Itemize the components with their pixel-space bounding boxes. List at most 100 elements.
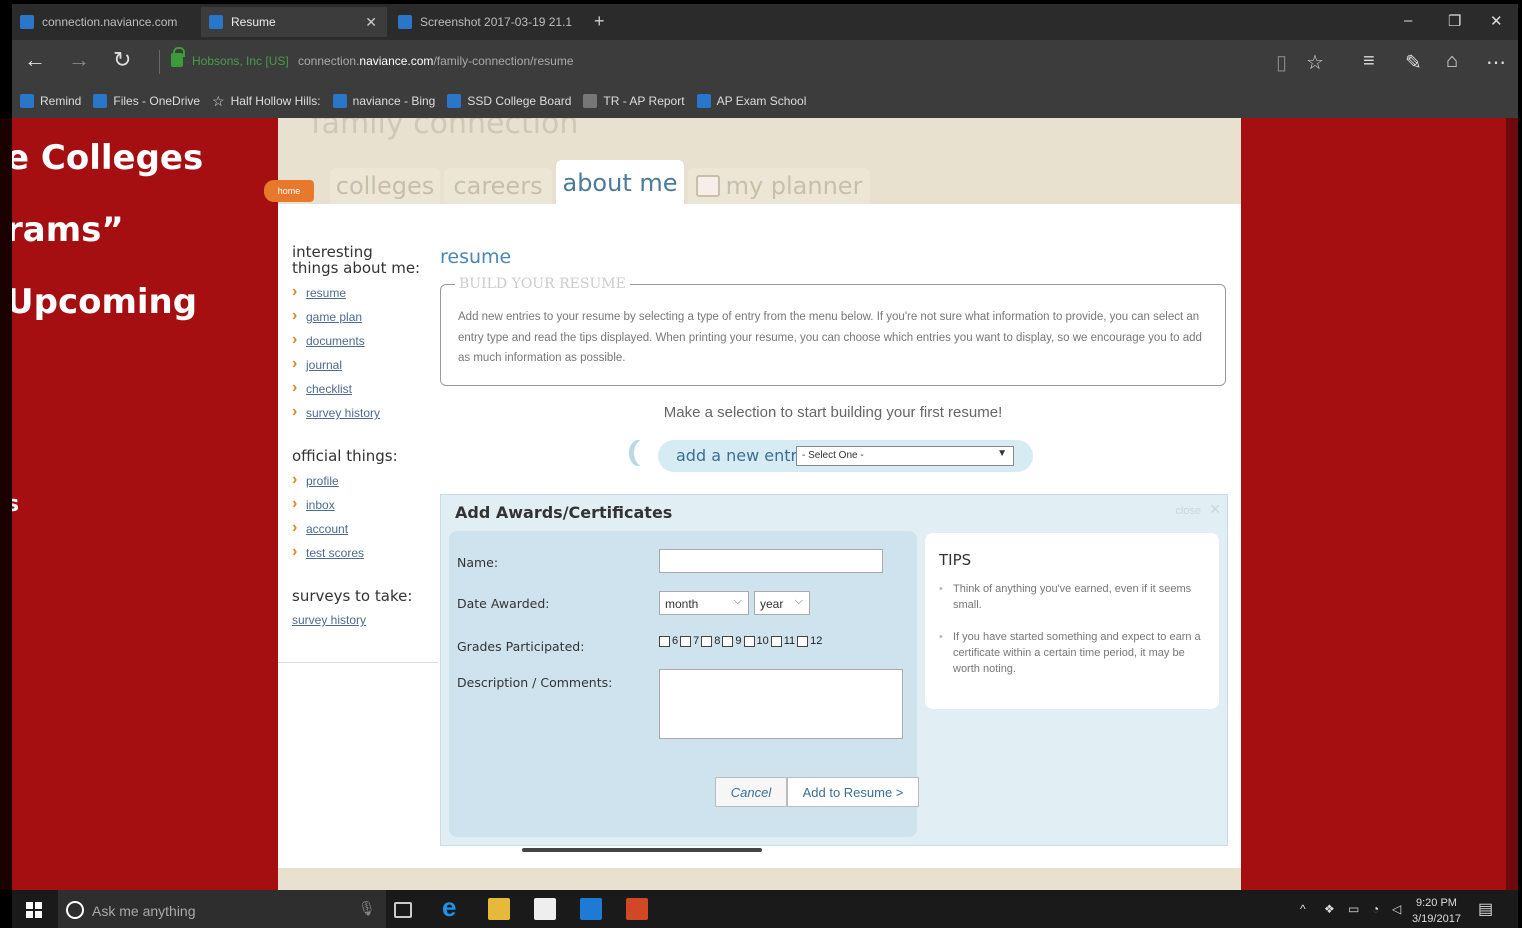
action-center-icon[interactable]: ▤ xyxy=(1478,899,1493,919)
tab-about-me[interactable]: about me xyxy=(556,160,684,206)
tab-label: my planner xyxy=(725,172,863,200)
battery-icon[interactable]: ▭ xyxy=(1348,902,1359,916)
favorite-tr-report[interactable]: TR - AP Report xyxy=(583,94,685,108)
description-textarea[interactable] xyxy=(659,669,903,739)
forward-icon[interactable]: → xyxy=(68,49,90,71)
start-windows-icon[interactable] xyxy=(26,902,42,918)
year-select[interactable]: year ⌵ xyxy=(754,591,810,615)
nav-link-profile[interactable]: profile xyxy=(292,471,339,489)
close-tab-icon[interactable]: ✕ xyxy=(365,14,377,31)
grade-checkbox[interactable] xyxy=(770,635,782,647)
system-clock[interactable]: 9:20 PM 3/19/2017 xyxy=(1412,895,1461,927)
favorites-bar: Remind Files - OneDrive ☆ Half Hollow Hil… xyxy=(12,84,1518,118)
edge-browser-icon[interactable]: e xyxy=(442,892,464,922)
reading-view-icon[interactable]: ▯ xyxy=(1276,50,1287,75)
form-buttons: Cancel Add to Resume > xyxy=(715,777,919,807)
tab-label: Screenshot 2017-03-19 21.1 xyxy=(420,15,573,29)
favorite-label: TR - AP Report xyxy=(603,94,685,108)
lock-icon[interactable] xyxy=(171,47,185,67)
tab-screenshot[interactable]: Screenshot 2017-03-19 21.1 xyxy=(390,7,580,37)
planner-icon xyxy=(695,175,720,197)
site-footer xyxy=(278,868,1241,890)
naviance-site: family connection home colleges careers … xyxy=(264,118,1241,890)
page-scrollbar[interactable] xyxy=(1506,118,1518,890)
site-identity[interactable]: Hobsons, Inc [US] xyxy=(192,54,289,68)
entry-type-select[interactable]: - Select One - ▼ xyxy=(796,446,1014,466)
url-field[interactable]: connection.naviance.com/family-connectio… xyxy=(298,54,574,68)
nav-link-inbox[interactable]: inbox xyxy=(292,495,335,513)
file-explorer-icon[interactable] xyxy=(488,898,510,920)
nav-link-survey-history[interactable]: survey history xyxy=(292,403,380,421)
nav-link-journal[interactable]: journal xyxy=(292,355,342,373)
grade-checkbox[interactable] xyxy=(659,635,670,647)
month-select[interactable]: month ⌵ xyxy=(659,591,749,615)
volume-icon[interactable]: ◁ xyxy=(1392,902,1401,916)
grade-checkbox[interactable] xyxy=(797,635,809,647)
favorite-bing[interactable]: naviance - Bing xyxy=(332,94,435,108)
tab-label: connection.naviance.com xyxy=(42,15,178,29)
year-value: year xyxy=(760,597,784,611)
panel-shadow xyxy=(522,848,762,852)
grade-checkbox[interactable] xyxy=(701,635,713,647)
nav-link-checklist[interactable]: checklist xyxy=(292,379,352,397)
more-icon[interactable]: ⋯ xyxy=(1486,50,1506,75)
powerpoint-icon[interactable] xyxy=(626,898,648,920)
tab-colleges[interactable]: colleges xyxy=(330,168,440,204)
add-entry-bar: add a new entry: - Select One - ▼ xyxy=(658,440,1033,472)
tab-my-planner[interactable]: my planner xyxy=(688,168,870,204)
restore-icon[interactable]: ❐ xyxy=(1448,12,1461,30)
tab-resume[interactable]: Resume ✕ xyxy=(201,7,387,37)
name-input[interactable] xyxy=(659,549,883,573)
nav-link-account[interactable]: account xyxy=(292,519,348,537)
close-icon[interactable]: ✕ xyxy=(1209,501,1221,518)
tray-expand-icon[interactable]: ^ xyxy=(1300,902,1306,916)
favorite-onedrive[interactable]: Files - OneDrive xyxy=(93,94,200,108)
wifi-icon[interactable]: ◔ xyxy=(1372,902,1379,916)
favorite-remind[interactable]: Remind xyxy=(20,94,81,108)
grade-checkbox[interactable] xyxy=(743,635,755,647)
mail-icon[interactable] xyxy=(580,898,602,920)
nav-link-game-plan[interactable]: game plan xyxy=(292,307,362,325)
favorite-collegeboard[interactable]: SSD College Board xyxy=(447,94,571,108)
favorite-halfhollow[interactable]: ☆ Half Hollow Hills: xyxy=(212,93,321,110)
task-view-icon[interactable] xyxy=(394,902,412,918)
favorite-star-icon[interactable]: ☆ xyxy=(1306,50,1324,75)
back-icon[interactable]: ← xyxy=(24,49,46,71)
cortana-search[interactable]: Ask me anything 🎙 xyxy=(58,890,386,928)
home-button[interactable]: home xyxy=(264,180,314,202)
grade-checkbox[interactable] xyxy=(680,635,692,647)
build-resume-instructions: Add new entries to your resume by select… xyxy=(458,311,1202,364)
description-label: Description / Comments: xyxy=(457,675,613,690)
chevron-down-icon: ⌵ xyxy=(733,595,742,607)
tab-careers[interactable]: careers xyxy=(444,168,552,204)
refresh-icon[interactable]: ↻ xyxy=(113,49,131,71)
web-note-icon[interactable]: ✎ xyxy=(1405,50,1422,75)
grade-checkbox[interactable] xyxy=(722,635,734,647)
close-window-icon[interactable]: ✕ xyxy=(1490,12,1503,30)
nav-link-test-scores[interactable]: test scores xyxy=(292,543,364,561)
minimize-icon[interactable]: – xyxy=(1404,12,1412,29)
nav-link-resume[interactable]: resume xyxy=(292,283,346,301)
grade-label: 8 xyxy=(714,635,721,647)
store-icon[interactable] xyxy=(534,898,556,920)
divider xyxy=(159,50,160,74)
hub-icon[interactable]: ≡ xyxy=(1363,50,1375,73)
name-label: Name: xyxy=(457,555,499,570)
new-tab-icon[interactable]: + xyxy=(594,11,605,32)
microphone-icon[interactable]: 🎙 xyxy=(358,900,376,917)
tab-label: Resume xyxy=(231,15,276,29)
share-icon[interactable]: ⌂ xyxy=(1446,50,1458,73)
network-app-icon[interactable]: ❖ xyxy=(1324,902,1335,916)
nav-link-survey-history-2[interactable]: survey history xyxy=(292,613,366,627)
nav-link-documents[interactable]: documents xyxy=(292,331,365,349)
page-title: resume xyxy=(440,246,512,268)
add-to-resume-button[interactable]: Add to Resume > xyxy=(787,777,919,807)
favorite-ap-exam[interactable]: AP Exam School xyxy=(696,94,806,108)
close-link[interactable]: close xyxy=(1175,505,1201,517)
tab-naviance[interactable]: connection.naviance.com xyxy=(12,7,198,37)
cancel-button[interactable]: Cancel xyxy=(715,777,787,807)
site-favicon-icon xyxy=(209,15,223,29)
left-edge xyxy=(0,118,12,890)
image-favicon-icon xyxy=(398,15,412,29)
site-logo-text: family connection xyxy=(311,118,579,141)
